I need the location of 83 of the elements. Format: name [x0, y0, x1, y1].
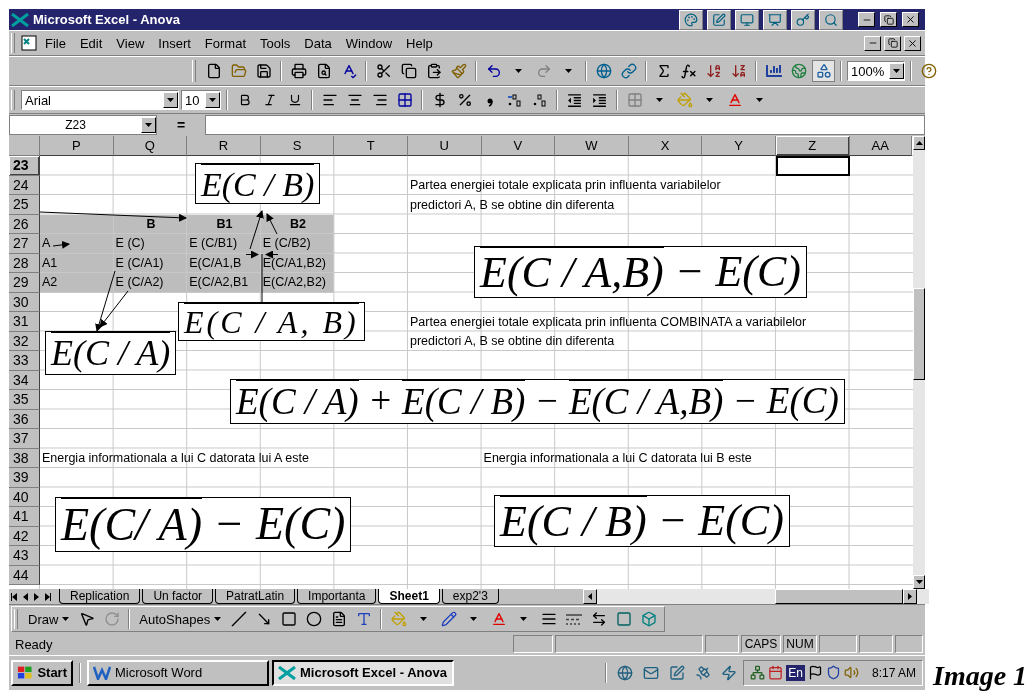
font-field[interactable]: Arial [21, 90, 179, 110]
column-header[interactable]: T [334, 136, 408, 156]
column-header[interactable]: Y [702, 136, 776, 156]
cell-text: B2 [290, 216, 307, 231]
menu-item[interactable]: Data [298, 33, 338, 53]
cell-text: Energia informationala a lui C datorata lui B este [483, 451, 752, 466]
column-header[interactable]: Q [113, 136, 188, 156]
cell-text: E (C/A2) [115, 275, 164, 290]
column-header[interactable]: S [260, 136, 335, 156]
menu-item[interactable]: File [39, 33, 72, 53]
caption: Image 1 [933, 660, 1026, 692]
cell-text: A2 [42, 275, 58, 290]
language-indicator[interactable]: En [786, 664, 805, 681]
taskbar-button[interactable]: Microsoft Word [87, 659, 269, 686]
menu-item[interactable]: Tools [254, 33, 297, 53]
row-header[interactable]: 41 [9, 507, 40, 527]
equation: E(C/ A) − E(C) [55, 497, 352, 552]
sheet-tab[interactable]: Replication [59, 589, 141, 604]
column-header[interactable]: AA [849, 136, 912, 156]
menu-item[interactable]: Edit [73, 33, 109, 53]
status-text: Ready [14, 636, 54, 652]
row-header[interactable]: 23 [9, 156, 40, 176]
cell-text: E(C/A1,B2) [262, 255, 326, 270]
column-header[interactable]: Z [775, 136, 850, 156]
row-header[interactable]: 43 [9, 546, 40, 566]
column-header[interactable]: U [407, 136, 482, 156]
sheet-tab[interactable]: Importanta [297, 589, 377, 604]
cell-text: Partea energiei totale explicata prin influenta variabilelor [409, 178, 721, 193]
column-header[interactable]: X [628, 136, 703, 156]
cell-text: A1 [42, 255, 58, 270]
row-header[interactable]: 37 [9, 429, 40, 449]
column-header[interactable]: R [187, 136, 261, 156]
row-header[interactable]: 27 [9, 234, 40, 254]
cell-text: B [146, 216, 156, 231]
row-header[interactable]: 39 [9, 468, 40, 488]
menu-item[interactable]: Insert [152, 33, 197, 53]
sheet-tab[interactable]: exp2'3 [441, 589, 499, 604]
menu-item[interactable]: Window [339, 33, 399, 53]
sheet-tab[interactable]: Sheet1 [378, 589, 440, 604]
edit-formula-button[interactable]: = [161, 117, 201, 133]
cell-text: E(C/A2,B2) [262, 275, 326, 290]
cell-text: E(C/A2,B1 [189, 275, 249, 290]
menu-item[interactable]: Format [198, 33, 252, 53]
equation: E(C / A, B) [178, 302, 365, 342]
row-header[interactable]: 35 [9, 390, 40, 410]
column-header[interactable]: P [40, 136, 114, 156]
cell-text: Energia informationala a lui C datorata lui A este [42, 451, 309, 466]
equation: E(C / A) [45, 331, 177, 375]
autoshapes-menu-button[interactable]: AutoShapes [135, 608, 226, 630]
cell-text: B1 [216, 216, 233, 231]
start-button[interactable]: Start [11, 659, 73, 686]
row-header[interactable]: 25 [9, 195, 40, 215]
draw-menu-button[interactable]: Draw [24, 608, 74, 630]
cell-text: predictori A, B se obtine din diferenta [409, 334, 615, 349]
sheet-tab[interactable]: PatratLatin [215, 589, 296, 604]
column-header[interactable]: V [481, 136, 556, 156]
window-title: Microsoft Excel - Anova [33, 12, 180, 27]
cell-text: predictori A, B se obtine din diferenta [409, 197, 615, 212]
cell-text: Partea energiei totale explicata prin influenta COMBINATA a variabilelor [409, 314, 807, 329]
cell-text: E (C) [115, 236, 145, 251]
equation: E(C / B) − E(C) [494, 495, 790, 548]
cell-text: E (C/B2) [262, 236, 311, 251]
cell-text: A [42, 236, 51, 251]
clock: 8:17 AM [871, 665, 916, 680]
zoom-field[interactable]: 100% [847, 61, 905, 81]
cell-text: E (C/A1) [115, 255, 164, 270]
menu-item[interactable]: Help [400, 33, 439, 53]
row-header[interactable]: 31 [9, 312, 40, 332]
equation: E(C / A,B) − E(C) [474, 246, 807, 299]
taskbar-button[interactable]: Microsoft Excel - Anova [272, 659, 454, 686]
status-indicator: CAPS [741, 635, 781, 653]
sheet-tab[interactable]: Un factor [142, 589, 214, 604]
equation: E(C / A) + E(C / B) − E(C / A,B) − E(C) [230, 379, 845, 424]
row-header[interactable]: 33 [9, 351, 40, 371]
column-header[interactable]: W [555, 136, 629, 156]
menu-item[interactable]: View [110, 33, 151, 53]
status-indicator: NUM [783, 635, 817, 653]
equation: E(C / B) [195, 163, 321, 205]
cell-text: E(C/A1,B [189, 255, 242, 270]
font-size-field[interactable]: 10 [181, 90, 221, 110]
cell-text: E (C/B1) [189, 236, 238, 251]
row-header[interactable]: 29 [9, 273, 40, 293]
name-box[interactable]: Z23 [9, 115, 157, 135]
